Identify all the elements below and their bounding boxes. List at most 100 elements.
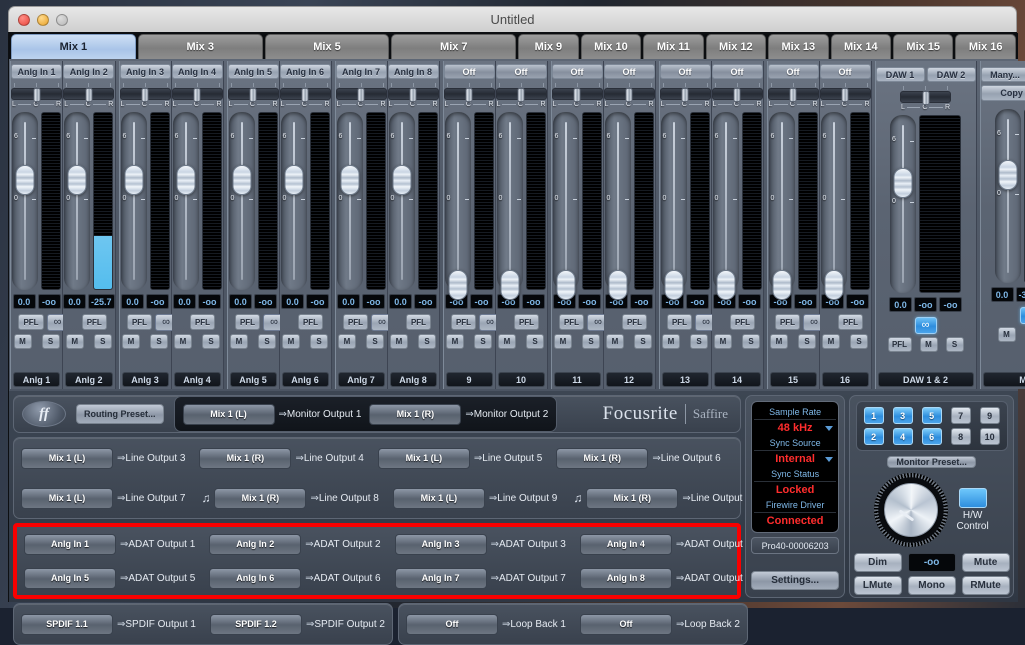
fader-bay[interactable]: 60 [281,112,307,290]
line-output-source-button[interactable]: Mix 1 (R) [214,488,306,509]
fader-bay[interactable]: 60 [64,112,90,290]
tab-mix-12[interactable]: Mix 12 [706,34,766,59]
mix-source-left-button[interactable]: Many... [981,67,1025,82]
adat-output-source-button[interactable]: Anlg In 7 [395,568,487,589]
fader-knob[interactable] [500,270,519,300]
pan-track[interactable] [280,88,331,100]
fader-knob[interactable] [448,270,467,300]
pan-control[interactable]: LCR [496,83,547,108]
solo-button[interactable]: S [202,334,220,349]
monitor-preset-button[interactable]: Monitor Preset... [887,456,976,468]
monitor-output-5-button[interactable]: 5 [922,407,942,424]
solo-button[interactable]: S [690,334,708,349]
monitor-output-4-button[interactable]: 4 [893,428,913,445]
fader-bay[interactable]: 60 [769,112,795,290]
monitor-output-9-button[interactable]: 9 [980,407,1000,424]
channel-source-button[interactable]: Anlg In 1 [11,64,62,79]
pfl-button[interactable]: PFL [406,314,431,330]
adat-output-source-button[interactable]: Anlg In 2 [209,534,301,555]
fader-bay[interactable]: 60 [553,112,579,290]
fader-bay[interactable]: 60 [121,112,147,290]
mute-button[interactable]: M [822,334,840,349]
fader-knob[interactable] [824,270,843,300]
adat-output-source-button[interactable]: Anlg In 4 [580,534,672,555]
solo-button[interactable]: S [526,334,544,349]
channel-source-button[interactable]: Anlg In 6 [280,64,331,79]
solo-button[interactable]: S [798,334,816,349]
pan-thumb[interactable] [250,88,257,102]
monitor-output-10-button[interactable]: 10 [980,428,1000,445]
pfl-button[interactable]: PFL [622,314,647,330]
channel-source-button[interactable]: Off [444,64,495,79]
line-output-source-button[interactable]: Mix 1 (R) [556,448,648,469]
pfl-button[interactable]: PFL [18,314,43,330]
solo-button[interactable]: S [94,334,112,349]
fader-knob[interactable] [284,165,303,195]
monitor-output-8-button[interactable]: 8 [951,428,971,445]
fader-knob[interactable] [608,270,627,300]
hw-control-led-icon[interactable] [959,488,987,508]
pan-track[interactable] [660,88,711,100]
pan-track[interactable] [172,88,223,100]
mute-button[interactable]: M [498,334,516,349]
fader-knob[interactable] [232,165,251,195]
spdif-output-source-button[interactable]: SPDIF 1.1 [21,614,113,635]
pan-thumb[interactable] [682,88,689,102]
solo-button[interactable]: S [850,334,868,349]
fader-knob[interactable] [556,270,575,300]
fader-knob[interactable] [68,165,87,195]
pan-track[interactable] [444,88,495,100]
fader-bay[interactable]: 60 [661,112,687,290]
settings-button[interactable]: Settings... [751,571,839,590]
pfl-button[interactable]: PFL [298,314,323,330]
pfl-button[interactable]: PFL [838,314,863,330]
fader-bay[interactable]: 60 [713,112,739,290]
adat-output-source-button[interactable]: Anlg In 6 [209,568,301,589]
fader-knob[interactable] [340,165,359,195]
solo-button[interactable]: S [634,334,652,349]
pan-control[interactable]: LCR [228,83,279,108]
mute-button[interactable]: M [282,334,300,349]
monitor-output-3-button[interactable]: 3 [893,407,913,424]
fader-bay[interactable]: 60 [821,112,847,290]
solo-button[interactable]: S [946,337,964,352]
stereo-link-icon[interactable]: ∞ [1020,307,1025,324]
pan-thumb[interactable] [574,88,581,102]
channel-source-button[interactable]: Off [820,64,871,79]
fader-bay[interactable]: 60 [229,112,255,290]
status-value[interactable]: 48 kHz [754,420,836,436]
fader-knob[interactable] [894,168,913,198]
tab-mix-11[interactable]: Mix 11 [643,34,703,59]
mute-button[interactable]: M [174,334,192,349]
pan-thumb[interactable] [790,88,797,102]
pan-thumb[interactable] [842,88,849,102]
pfl-button[interactable]: PFL [127,314,152,330]
tab-mix-13[interactable]: Mix 13 [768,34,828,59]
solo-button[interactable]: S [150,334,168,349]
tab-mix-15[interactable]: Mix 15 [893,34,953,59]
daw-source-right-button[interactable]: DAW 2 [927,67,976,82]
solo-button[interactable]: S [258,334,276,349]
pan-thumb[interactable] [85,88,92,102]
pan-track[interactable] [900,91,951,103]
pan-track[interactable] [120,88,171,100]
mute-button[interactable]: Mute [962,553,1010,572]
monitor-volume-knob[interactable] [874,473,948,547]
tab-mix-1[interactable]: Mix 1 [11,34,136,59]
pfl-button[interactable]: PFL [190,314,215,330]
loopback-source-button[interactable]: Off [406,614,498,635]
pan-thumb[interactable] [358,88,365,102]
daw-source-left-button[interactable]: DAW 1 [876,67,925,82]
pan-thumb[interactable] [410,88,417,102]
pfl-button[interactable]: PFL [775,314,800,330]
solo-button[interactable]: S [310,334,328,349]
line-output-source-button[interactable]: Mix 1 (L) [21,448,113,469]
pfl-button[interactable]: PFL [451,314,476,330]
channel-source-button[interactable]: Anlg In 8 [388,64,439,79]
pan-control[interactable]: LCR [552,83,603,108]
tab-mix-10[interactable]: Mix 10 [581,34,641,59]
fader-knob[interactable] [716,270,735,300]
pan-control[interactable]: LCR [172,83,223,108]
pan-thumb[interactable] [302,88,309,102]
pfl-button[interactable]: PFL [82,314,107,330]
